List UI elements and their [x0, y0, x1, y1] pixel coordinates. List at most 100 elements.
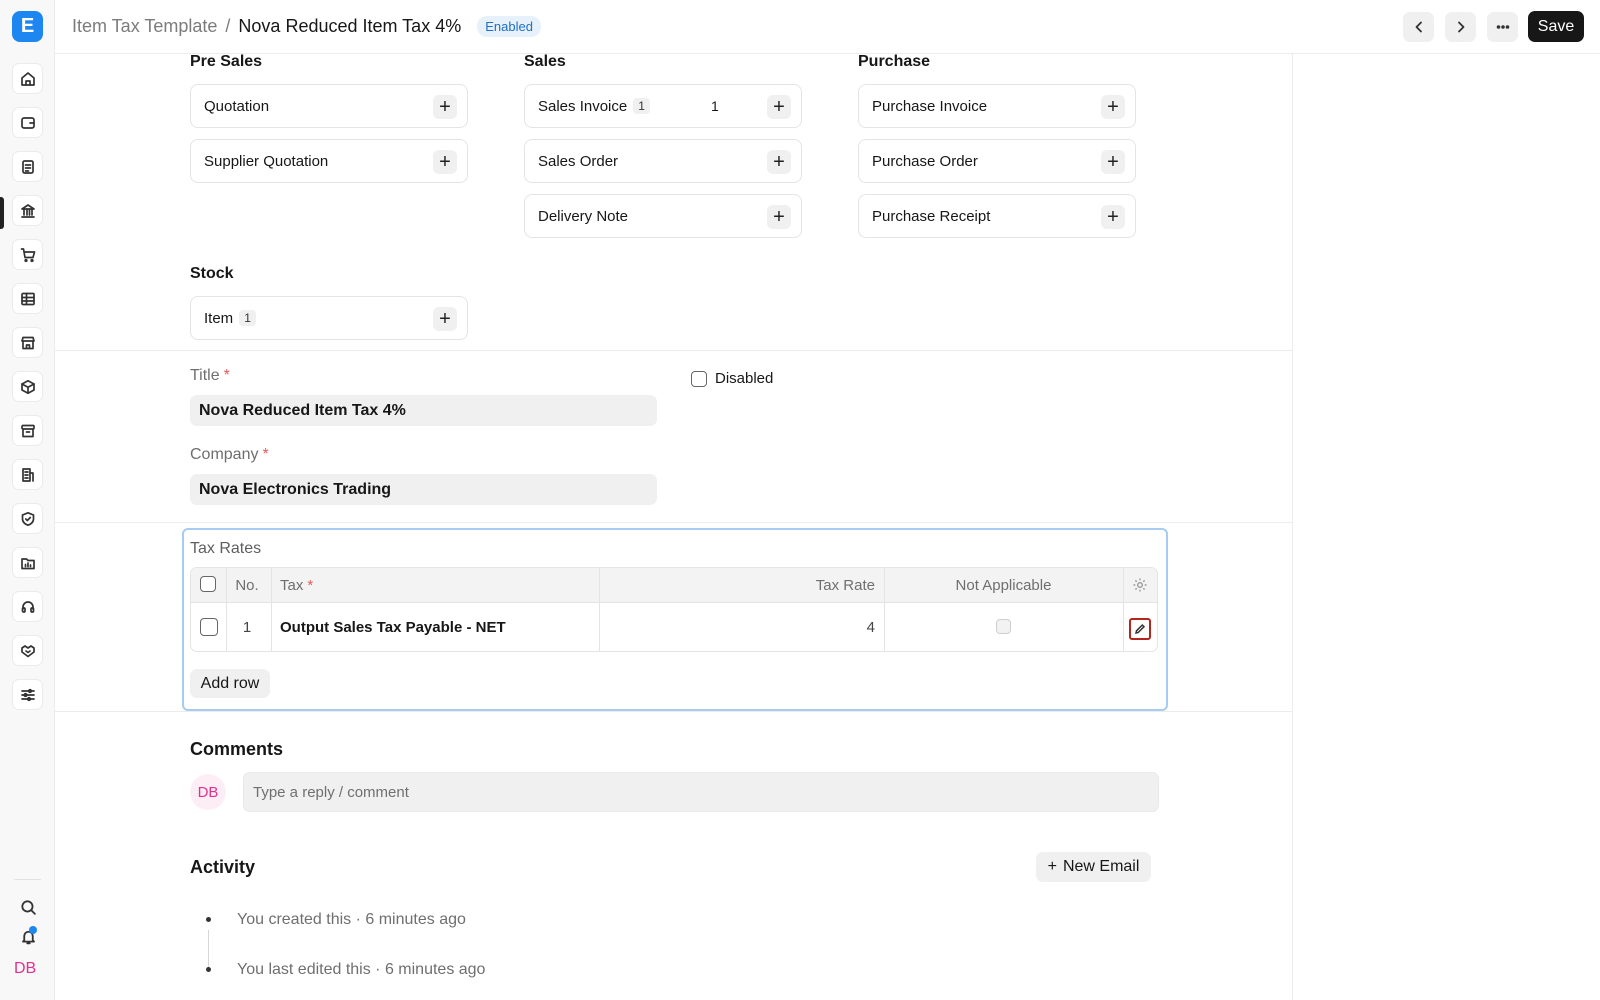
breadcrumb-parent[interactable]: Item Tax Template [72, 16, 217, 37]
add-supplier-quotation-button[interactable]: + [433, 150, 457, 174]
title-label: Title * [190, 367, 230, 385]
link-purchase-order[interactable]: Purchase Order + [858, 139, 1136, 183]
link-label: Purchase Invoice [872, 97, 988, 115]
link-item[interactable]: Item 1 + [190, 296, 468, 340]
box-icon[interactable] [12, 371, 43, 402]
headset-icon[interactable] [12, 591, 43, 622]
new-email-button[interactable]: + New Email [1036, 852, 1151, 882]
chevron-left-icon [1415, 21, 1422, 33]
link-purchase-receipt[interactable]: Purchase Receipt + [858, 194, 1136, 238]
add-purchase-order-button[interactable]: + [1101, 150, 1125, 174]
comment-input[interactable]: Type a reply / comment [243, 772, 1159, 812]
select-all-checkbox[interactable] [200, 576, 216, 592]
sidebar: E DB [0, 0, 55, 1000]
document-icon[interactable] [12, 151, 43, 182]
building-icon[interactable] [12, 459, 43, 490]
section-divider [55, 350, 1292, 351]
store-icon[interactable] [12, 327, 43, 358]
required-mark: * [223, 367, 230, 384]
wallet-icon[interactable] [12, 107, 43, 138]
search-icon[interactable] [17, 896, 39, 918]
disabled-checkbox[interactable] [691, 371, 707, 387]
sidebar-active-indicator [0, 197, 4, 229]
link-label: Purchase Receipt [872, 207, 991, 225]
bank-icon[interactable] [12, 195, 43, 226]
logo-letter: E [20, 15, 35, 37]
add-sales-order-button[interactable]: + [767, 150, 791, 174]
page-title: Nova Reduced Item Tax 4% [238, 16, 462, 36]
link-sales-invoice[interactable]: Sales Invoice 1 1 + [524, 84, 802, 128]
column-settings-icon[interactable] [1132, 568, 1150, 602]
add-row-button[interactable]: Add row [190, 669, 270, 698]
table-header: No. Tax * Tax Rate Not Applicable [191, 568, 1157, 603]
new-email-label: New Email [1062, 858, 1140, 875]
title-field[interactable]: Nova Reduced Item Tax 4% [190, 395, 657, 426]
table-icon[interactable] [12, 283, 43, 314]
activity-item: You last edited this · 6 minutes ago [237, 961, 486, 978]
timeline-dot [206, 917, 211, 922]
row-tax[interactable]: Output Sales Tax Payable - NET [280, 603, 506, 651]
link-quotation[interactable]: Quotation + [190, 84, 468, 128]
link-count-badge: 1 [239, 310, 256, 326]
company-field[interactable]: Nova Electronics Trading [190, 474, 657, 505]
add-purchase-invoice-button[interactable]: + [1101, 95, 1125, 119]
handshake-icon[interactable] [12, 635, 43, 666]
column-separator [1123, 568, 1124, 602]
disabled-label: Disabled [715, 370, 774, 387]
chevron-right-icon [1457, 21, 1464, 33]
link-label: Purchase Order [872, 152, 978, 170]
top-bar: Item Tax Template / Nova Reduced Item Ta… [55, 0, 1600, 54]
link-label: Quotation [204, 97, 270, 115]
bell-icon[interactable] [17, 925, 39, 947]
link-label: Sales Invoice [538, 97, 628, 115]
plus-icon: + [1047, 858, 1057, 875]
company-label: Company * [190, 446, 269, 464]
cart-icon[interactable] [12, 239, 43, 270]
section-divider [55, 711, 1292, 712]
row-tax-rate[interactable]: 4 [599, 603, 875, 651]
more-button[interactable] [1487, 12, 1518, 42]
link-delivery-note[interactable]: Delivery Note + [524, 194, 802, 238]
archive-icon[interactable] [12, 415, 43, 446]
link-count-badge: 1 [633, 98, 650, 114]
link-supplier-quotation[interactable]: Supplier Quotation + [190, 139, 468, 183]
company-label-text: Company [190, 446, 259, 463]
folder-chart-icon[interactable] [12, 547, 43, 578]
app-logo[interactable]: E [12, 11, 43, 42]
more-horizontal-icon [1496, 25, 1509, 29]
col-header-tax-text: Tax [280, 576, 304, 594]
breadcrumb-separator: / [225, 16, 231, 36]
section-divider [55, 522, 1292, 523]
sliders-icon[interactable] [12, 679, 43, 710]
user-avatar[interactable]: DB [14, 960, 36, 978]
comment-avatar: DB [190, 774, 226, 810]
group-heading-purchase: Purchase [858, 53, 931, 70]
group-heading-sales: Sales [524, 53, 566, 70]
pencil-icon [1135, 623, 1146, 634]
breadcrumb: Item Tax Template / Nova Reduced Item Ta… [72, 16, 541, 37]
save-button[interactable]: Save [1528, 11, 1584, 42]
tax-rates-table: No. Tax * Tax Rate Not Applicable 1 Outpu… [190, 567, 1158, 652]
add-sales-invoice-button[interactable]: + [767, 95, 791, 119]
row-checkbox[interactable] [200, 618, 218, 636]
shield-icon[interactable] [12, 503, 43, 534]
link-label: Item [204, 309, 234, 327]
comments-heading: Comments [190, 739, 284, 759]
add-purchase-receipt-button[interactable]: + [1101, 205, 1125, 229]
not-applicable-checkbox[interactable] [996, 619, 1011, 634]
link-label: Supplier Quotation [204, 152, 329, 170]
link-purchase-invoice[interactable]: Purchase Invoice + [858, 84, 1136, 128]
previous-button[interactable] [1403, 12, 1434, 42]
col-header-tax-rate: Tax Rate [815, 576, 875, 594]
link-sales-order[interactable]: Sales Order + [524, 139, 802, 183]
activity-heading: Activity [190, 857, 256, 877]
required-mark: * [307, 576, 314, 594]
add-quotation-button[interactable]: + [433, 95, 457, 119]
add-item-button[interactable]: + [433, 307, 457, 331]
edit-row-button[interactable] [1129, 618, 1151, 640]
next-button[interactable] [1445, 12, 1476, 42]
home-icon[interactable] [12, 63, 43, 94]
add-delivery-note-button[interactable]: + [767, 205, 791, 229]
link-count-value: 1 [711, 98, 719, 114]
table-row[interactable]: 1 Output Sales Tax Payable - NET 4 [191, 603, 1157, 651]
